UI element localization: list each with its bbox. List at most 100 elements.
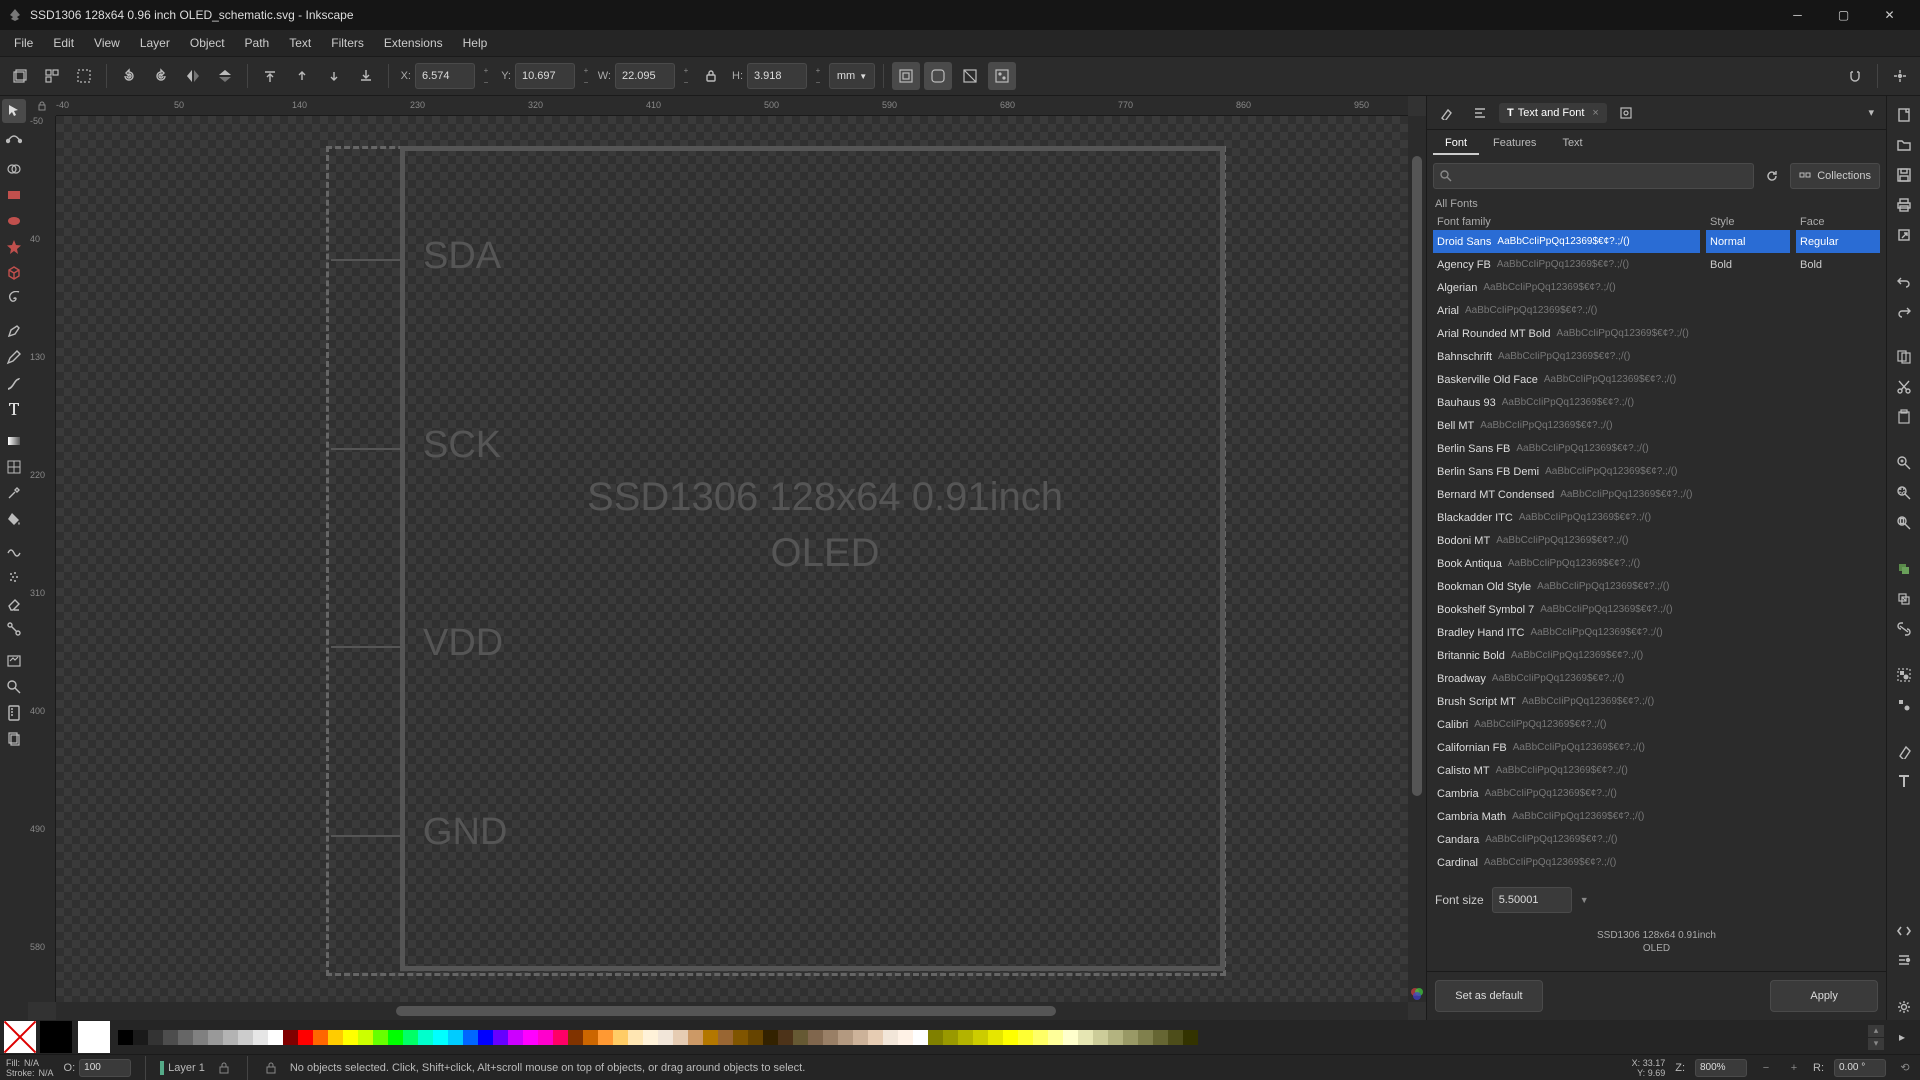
dock-unlink-icon[interactable] <box>1891 616 1917 642</box>
zoom-minus-icon[interactable]: − <box>1757 1059 1775 1077</box>
ellipse-tool-icon[interactable] <box>2 209 26 233</box>
refresh-fonts-icon[interactable] <box>1758 162 1786 190</box>
color-swatch[interactable] <box>133 1030 148 1045</box>
color-swatch[interactable] <box>808 1030 823 1045</box>
color-swatch[interactable] <box>253 1030 268 1045</box>
dock-export-icon[interactable] <box>1891 222 1917 248</box>
color-swatch[interactable] <box>703 1030 718 1045</box>
x-plus[interactable]: + <box>479 64 493 76</box>
dock-zoom-sel-icon[interactable] <box>1891 480 1917 506</box>
pencil-tool-icon[interactable] <box>2 345 26 369</box>
color-swatch[interactable] <box>163 1030 178 1045</box>
menu-layer[interactable]: Layer <box>130 32 180 54</box>
palette-scroll-down-icon[interactable]: ▾ <box>1868 1038 1884 1050</box>
color-swatch[interactable] <box>823 1030 838 1045</box>
color-swatch[interactable] <box>238 1030 253 1045</box>
dock-zoom-fit-icon[interactable] <box>1891 450 1917 476</box>
h-input[interactable] <box>747 63 807 89</box>
font-row[interactable]: Bauhaus 93AaBbCcIiPpQq12369$€¢?.;/() <box>1433 391 1700 414</box>
flip-h-icon[interactable] <box>179 62 207 90</box>
menu-file[interactable]: File <box>4 32 43 54</box>
color-swatch[interactable] <box>538 1030 553 1045</box>
font-row[interactable]: BahnschriftAaBbCcIiPpQq12369$€¢?.;/() <box>1433 345 1700 368</box>
opacity-input[interactable] <box>79 1059 131 1077</box>
zoom-tool-icon[interactable] <box>2 675 26 699</box>
subtab-text[interactable]: Text <box>1550 133 1594 155</box>
color-swatch[interactable] <box>403 1030 418 1045</box>
rotate-cw-icon[interactable] <box>147 62 175 90</box>
font-row[interactable]: BroadwayAaBbCcIiPpQq12369$€¢?.;/() <box>1433 667 1700 690</box>
close-button[interactable]: ✕ <box>1867 0 1912 30</box>
palette-scroll-up-icon[interactable]: ▴ <box>1868 1025 1884 1037</box>
snap-options-icon[interactable] <box>1886 62 1914 90</box>
font-row[interactable]: ArialAaBbCcIiPpQq12369$€¢?.;/() <box>1433 299 1700 322</box>
color-swatch[interactable] <box>883 1030 898 1045</box>
rotate-input[interactable] <box>1834 1059 1886 1077</box>
font-row[interactable]: Bodoni MTAaBbCcIiPpQq12369$€¢?.;/() <box>1433 529 1700 552</box>
none-swatch[interactable] <box>4 1021 36 1053</box>
menu-view[interactable]: View <box>84 32 130 54</box>
raise-icon[interactable] <box>288 62 316 90</box>
set-default-button[interactable]: Set as default <box>1435 980 1543 1012</box>
font-row[interactable]: Book AntiquaAaBbCcIiPpQq12369$€¢?.;/() <box>1433 552 1700 575</box>
font-row[interactable]: Bradley Hand ITCAaBbCcIiPpQq12369$€¢?.;/… <box>1433 621 1700 644</box>
eraser-tool-icon[interactable] <box>2 591 26 615</box>
color-swatch[interactable] <box>313 1030 328 1045</box>
selector-tool-icon[interactable] <box>2 99 26 123</box>
ruler-lock-icon[interactable] <box>28 96 56 116</box>
ruler-vertical[interactable]: -5040130220310400490580670760 <box>28 116 56 1002</box>
color-swatch[interactable] <box>463 1030 478 1045</box>
color-swatch[interactable] <box>508 1030 523 1045</box>
status-lock-icon[interactable] <box>262 1059 280 1077</box>
color-swatch[interactable] <box>1018 1030 1033 1045</box>
dock-redo-icon[interactable] <box>1891 298 1917 324</box>
white-swatch-large[interactable] <box>78 1021 110 1053</box>
color-swatch[interactable] <box>1108 1030 1123 1045</box>
color-swatch[interactable] <box>988 1030 1003 1045</box>
h-plus[interactable]: + <box>811 64 825 76</box>
mesh-tool-icon[interactable] <box>2 455 26 479</box>
color-swatch[interactable] <box>613 1030 628 1045</box>
dock-ungroup-icon[interactable] <box>1891 692 1917 718</box>
menu-extensions[interactable]: Extensions <box>374 32 453 54</box>
color-swatch[interactable] <box>688 1030 703 1045</box>
w-plus[interactable]: + <box>679 64 693 76</box>
dock-fill-stroke-icon[interactable] <box>1891 738 1917 764</box>
font-row[interactable]: Britannic BoldAaBbCcIiPpQq12369$€¢?.;/() <box>1433 644 1700 667</box>
color-mode-icon[interactable] <box>1410 986 1424 1000</box>
dropper-tool-icon[interactable] <box>2 481 26 505</box>
deselect-icon[interactable] <box>70 62 98 90</box>
tab-fill-stroke[interactable] <box>1431 102 1461 124</box>
font-row[interactable]: Calisto MTAaBbCcIiPpQq12369$€¢?.;/() <box>1433 759 1700 782</box>
font-row[interactable]: Berlin Sans FB DemiAaBbCcIiPpQq12369$€¢?… <box>1433 460 1700 483</box>
lock-icon[interactable] <box>697 62 725 90</box>
measure-tool-icon[interactable] <box>2 701 26 725</box>
scale-stroke-icon[interactable] <box>892 62 920 90</box>
snap-icon[interactable] <box>1841 62 1869 90</box>
color-swatch[interactable] <box>568 1030 583 1045</box>
color-swatch[interactable] <box>913 1030 928 1045</box>
connector-tool-icon[interactable] <box>2 617 26 641</box>
move-patterns-icon[interactable] <box>988 62 1016 90</box>
pen-tool-icon[interactable] <box>2 319 26 343</box>
spray-tool-icon[interactable] <box>2 565 26 589</box>
calligraphy-tool-icon[interactable] <box>2 371 26 395</box>
layer-lock-icon[interactable] <box>215 1059 233 1077</box>
font-row[interactable]: Bookshelf Symbol 7AaBbCcIiPpQq12369$€¢?.… <box>1433 598 1700 621</box>
scrollbar-horizontal[interactable] <box>56 1002 1408 1020</box>
color-swatch[interactable] <box>118 1030 133 1045</box>
color-swatch[interactable] <box>973 1030 988 1045</box>
dock-xml-icon[interactable] <box>1891 918 1917 944</box>
color-swatch[interactable] <box>1153 1030 1168 1045</box>
h-minus[interactable]: − <box>811 76 825 88</box>
tweak-tool-icon[interactable] <box>2 539 26 563</box>
color-swatch[interactable] <box>1003 1030 1018 1045</box>
move-gradients-icon[interactable] <box>956 62 984 90</box>
color-swatch[interactable] <box>418 1030 433 1045</box>
color-swatch[interactable] <box>658 1030 673 1045</box>
color-swatch[interactable] <box>298 1030 313 1045</box>
rotate-reset-icon[interactable]: ⟲ <box>1896 1059 1914 1077</box>
font-row[interactable]: CandaraAaBbCcIiPpQq12369$€¢?.;/() <box>1433 828 1700 851</box>
panel-menu-icon[interactable]: ▾ <box>1860 102 1882 123</box>
color-swatch[interactable] <box>748 1030 763 1045</box>
